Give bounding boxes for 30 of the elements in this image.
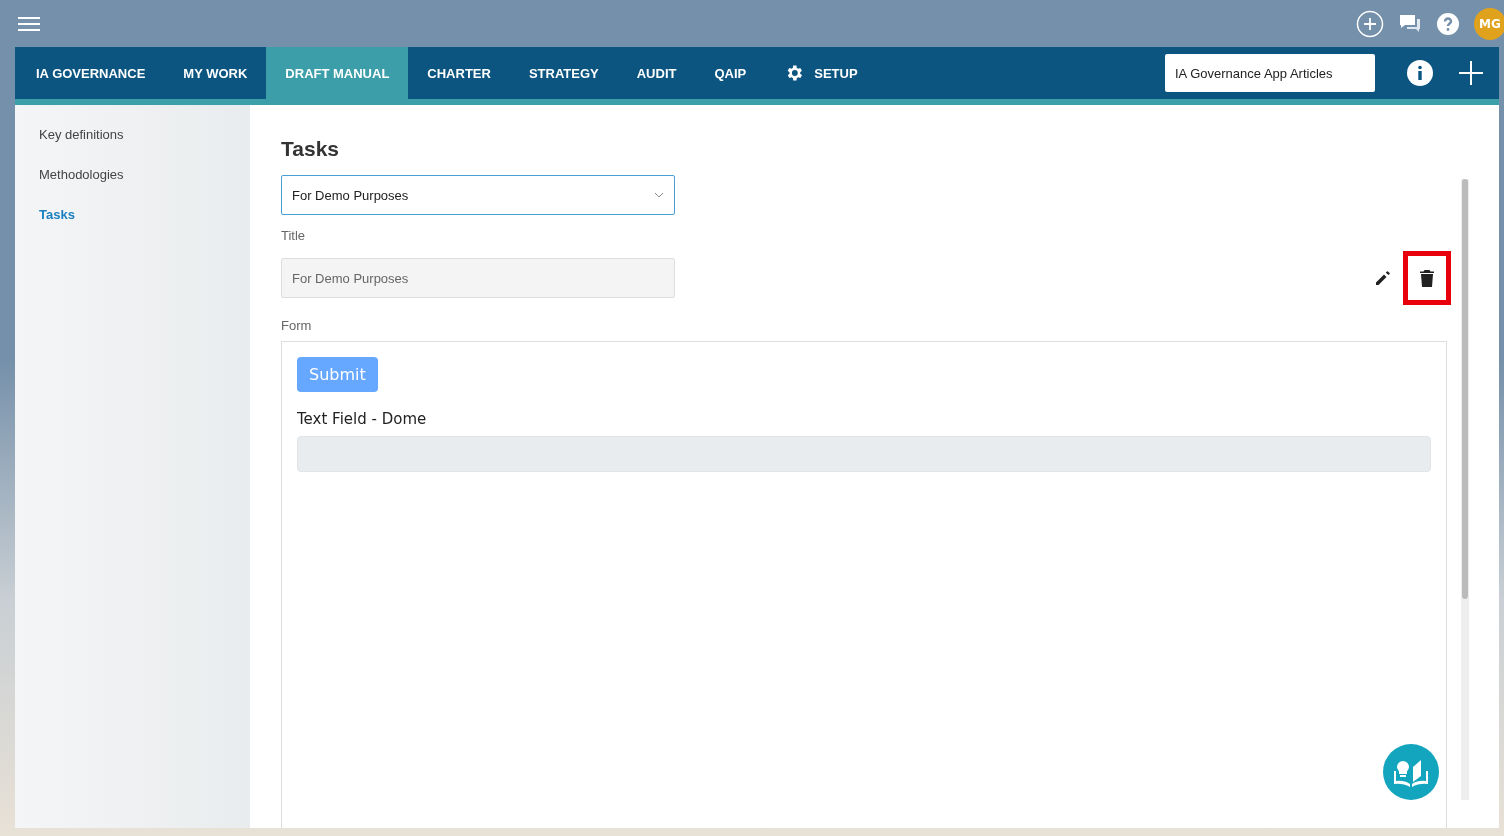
task-select[interactable]: For Demo Purposes [281,175,675,215]
title-field[interactable]: For Demo Purposes [281,258,675,298]
nav-tab[interactable]: IA GOVERNANCE [17,47,165,99]
nav-tab[interactable]: AUDIT [617,47,696,99]
sidebar-item[interactable]: Methodologies [39,167,124,182]
book-icon [1393,757,1429,787]
sidebar-item[interactable]: Tasks [39,207,75,222]
help-articles-button[interactable] [1383,744,1439,800]
menu-icon[interactable] [18,16,40,31]
plus-icon [1459,61,1483,85]
sidebar-item[interactable]: Key definitions [39,127,124,142]
chevron-down-icon [654,192,664,198]
nav-tab[interactable]: MY WORK [164,47,267,99]
nav-tab[interactable]: QAIP [695,47,766,99]
scrollbar[interactable] [1461,179,1469,800]
page-heading: Tasks [281,137,339,161]
add-circle-icon[interactable] [1356,9,1384,38]
nav-tab[interactable]: STRATEGY [509,47,618,99]
pencil-icon [1375,270,1391,286]
info-icon [1407,60,1433,86]
nav-tab[interactable]: SETUP [765,47,877,99]
field-label: Title [281,228,306,243]
help-icon[interactable] [1436,11,1460,36]
search-field[interactable]: IA Governance App Articles [1165,54,1375,92]
nav-tab[interactable]: CHARTER [408,47,510,99]
delete-button[interactable] [1403,251,1451,305]
field-label: Text Field - Dome [297,410,427,428]
field-label: Form [281,318,312,333]
text-field[interactable] [297,436,1431,472]
trash-icon [1420,269,1434,287]
